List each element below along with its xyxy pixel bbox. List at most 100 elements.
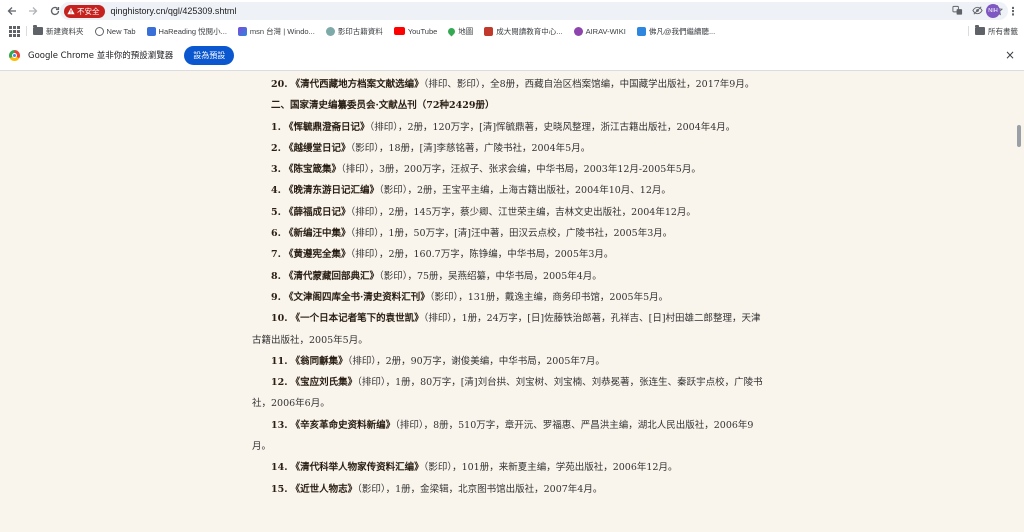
- book-title: 《清代蒙藏回部典汇》: [283, 270, 379, 282]
- forward-icon[interactable]: [24, 2, 42, 20]
- youtube-icon: [393, 27, 405, 35]
- page-content: 20. 《清代西藏地方档案文献选编》（排印、影印），全8册，西藏自治区档案馆编，…: [0, 71, 1024, 532]
- item-number: 6.: [271, 228, 281, 240]
- scrollbar[interactable]: [1014, 71, 1024, 532]
- close-icon[interactable]: ×: [1004, 49, 1016, 61]
- profile-avatar[interactable]: NIH: [986, 4, 1000, 18]
- book-title: 《文津阁四库全书·清史资料汇刊》: [283, 291, 430, 303]
- list-item: 1. 《恽毓鼎澄斋日记》（排印），2册，120万字，[清]恽毓鼎著，史晓风整理，…: [252, 117, 770, 138]
- book-title: 《晚清东游日记汇编》: [283, 185, 379, 197]
- heading-text: 二、国家清史编纂委员会·文献丛刊（72种2429册）: [271, 100, 495, 112]
- warning-icon: [67, 7, 75, 15]
- book-details: （排印），2册，90万字，谢俊美编，中华书局，2005年7月。: [347, 355, 605, 367]
- bookmark-item[interactable]: 成大閱讀教育中心...: [484, 26, 563, 37]
- bookmarks-divider: [968, 26, 969, 36]
- bookmark-item[interactable]: 地圖: [446, 26, 473, 37]
- item-number: 8.: [271, 270, 281, 282]
- bookmarks-divider: [26, 26, 27, 36]
- book-details: （排印、影印），全8册，西藏自治区档案馆编，中国藏学出版社，2017年9月。: [423, 79, 755, 90]
- book-details: （排印），2册，120万字，[清]恽毓鼎著，史晓风整理，浙江古籍出版社，2004…: [369, 121, 736, 133]
- set-default-button[interactable]: 設為預設: [184, 45, 235, 65]
- airav-icon: [573, 26, 583, 36]
- hareading-icon: [146, 26, 156, 36]
- url-text[interactable]: qinghistory.cn/qgl/425309.shtml: [111, 6, 237, 16]
- book-title: 《近世人物志》: [290, 483, 358, 495]
- maps-icon: [446, 26, 457, 36]
- bookmark-item[interactable]: HaReading 悅閱小...: [146, 26, 227, 37]
- folder-icon: [975, 25, 985, 35]
- infobar-message: Google Chrome 並非你的預設瀏覽器: [28, 51, 174, 61]
- list-item: 9. 《文津阁四库全书·清史资料汇刊》（影印），131册，戴逸主编，商务印书馆，…: [252, 287, 770, 308]
- bookmark-item[interactable]: YouTube: [393, 27, 437, 36]
- list-item: 2. 《越缦堂日记》（影印），18册，[清]李慈铭著，广陵书社，2004年5月。: [252, 138, 770, 159]
- item-number: 7.: [271, 249, 281, 261]
- all-bookmarks[interactable]: 所有書籤: [975, 25, 1018, 37]
- insecure-chip[interactable]: 不安全: [64, 4, 105, 18]
- book-title: 《黄遵宪全集》: [283, 249, 351, 261]
- list-item: 3. 《陈宝箴集》（排印），3册，200万字，汪叔子、张求会编，中华书局，200…: [252, 159, 770, 180]
- globe-icon: [94, 26, 104, 36]
- book-details: （影印），75册，吴燕绍纂，中华书局，2005年4月。: [378, 270, 602, 282]
- item-number: 2.: [271, 142, 281, 154]
- book-details: （排印），2册，160.7万字，陈铮编，中华书局，2005年3月。: [350, 249, 614, 261]
- book-details: （排印），2册，145万字，蔡少卿、江世荣主编，吉林文史出版社，2004年12月…: [350, 206, 696, 218]
- item-number: 1.: [271, 121, 281, 133]
- translate-icon[interactable]: [950, 3, 964, 17]
- list-item: 11. 《翁同龢集》（排印），2册，90万字，谢俊美编，中华书局，2005年7月…: [252, 351, 770, 372]
- book-title: 《一个日本记者笔下的袁世凯》: [290, 313, 424, 325]
- item-number: 11.: [271, 355, 288, 367]
- item-number: 10.: [271, 313, 288, 325]
- scrollbar-thumb[interactable]: [1017, 125, 1021, 147]
- book-title: 《清代科举人物家传资料汇编》: [290, 462, 424, 474]
- back-icon[interactable]: [3, 2, 21, 20]
- apps-icon[interactable]: [8, 25, 20, 37]
- list-item: 14. 《清代科举人物家传资料汇编》（影印），101册，来新夏主编，学苑出版社，…: [252, 457, 770, 478]
- book-title: 《宝应刘氏集》: [290, 377, 358, 389]
- list-item: 15. 《近世人物志》（影印），1册，金梁辑，北京图书馆出版社，2007年4月。: [252, 479, 770, 500]
- book-title: 《陈宝箴集》: [283, 164, 341, 176]
- list-item: 12. 《宝应刘氏集》（排印），1册，80万字，[清]刘台拱、刘宝树、刘宝楠、刘…: [252, 372, 770, 415]
- bookmarks-bar: 新建資料夾 New Tab HaReading 悅閱小... msn 台灣 | …: [0, 22, 1024, 40]
- list-item: 8. 《清代蒙藏回部典汇》（影印），75册，吴燕绍纂，中华书局，2005年4月。: [252, 266, 770, 287]
- bookmark-item[interactable]: New Tab: [94, 26, 136, 36]
- section-heading: 二、国家清史编纂委员会·文献丛刊（72种2429册）: [252, 95, 770, 116]
- list-item: 5. 《薛福成日记》（排印），2册，145万字，蔡少卿、江世荣主编，吉林文史出版…: [252, 202, 770, 223]
- chrome-icon: [9, 49, 20, 61]
- bookmark-item[interactable]: 新建資料夾: [33, 25, 84, 37]
- item-number: 4.: [271, 185, 281, 197]
- eye-off-icon[interactable]: [970, 3, 984, 17]
- bookmark-item[interactable]: 佛凡@我們繼續聽...: [636, 26, 715, 37]
- list-item: 20. 《清代西藏地方档案文献选编》（排印、影印），全8册，西藏自治区档案馆编，…: [252, 74, 770, 95]
- list-item: 7. 《黄遵宪全集》（排印），2册，160.7万字，陈铮编，中华书局，2005年…: [252, 244, 770, 265]
- book-details: （影印），18册，[清]李慈铭著，广陵书社，2004年5月。: [350, 142, 591, 154]
- bookmark-item[interactable]: 影印古籍資料: [325, 26, 383, 37]
- book-title: 《新编汪中集》: [283, 228, 351, 240]
- book-title: 《恽毓鼎澄斋日记》: [283, 121, 370, 133]
- folder-icon: [33, 25, 43, 35]
- book-details: （排印），1册，50万字，[清]汪中著，田汉云点校，广陵书社，2005年3月。: [350, 228, 673, 240]
- list-item: 10. 《一个日本记者笔下的袁世凯》（排印），1册，24万字，[日]佐藤铁治郎著…: [252, 308, 770, 351]
- menu-icon[interactable]: ⋮: [1006, 4, 1020, 18]
- list-item: 13. 《辛亥革命史资料新编》（排印），8册，510万字，章开沅、罗福惠、严昌洪…: [252, 415, 770, 458]
- article-body: 20. 《清代西藏地方档案文献选编》（排印、影印），全8册，西藏自治区档案馆编，…: [252, 74, 770, 500]
- address-bar[interactable]: 不安全 qinghistory.cn/qgl/425309.shtml: [60, 2, 1008, 20]
- book-details: （影印），131册，戴逸主编，商务印书馆，2005年5月。: [429, 291, 669, 303]
- bookmark-icon: [636, 26, 646, 36]
- book-title: 《薛福成日记》: [283, 206, 351, 218]
- bookmark-item[interactable]: msn 台灣 | Windo...: [237, 26, 315, 37]
- book-details: （排印），3册，200万字，汪叔子、张求会编，中华书局，2003年12月-200…: [340, 164, 701, 176]
- book-title: 《越缦堂日记》: [283, 142, 351, 154]
- book-title: 《辛亥革命史资料新编》: [290, 419, 396, 431]
- ncku-icon: [484, 26, 494, 36]
- item-number: 15.: [271, 483, 288, 495]
- bookmark-item[interactable]: AIRAV-WIKI: [573, 26, 626, 36]
- globe-icon: [325, 26, 335, 36]
- item-number: 13.: [271, 419, 288, 431]
- book-details: （影印），2册，王宝平主编，上海古籍出版社，2004年10月、12月。: [378, 185, 671, 197]
- item-number: 14.: [271, 462, 288, 474]
- book-details: （影印），101册，来新夏主编，学苑出版社，2006年12月。: [423, 462, 678, 474]
- item-number: 9.: [271, 291, 281, 303]
- item-number: 5.: [271, 206, 281, 218]
- book-title: 《翁同龢集》: [290, 355, 348, 367]
- insecure-label: 不安全: [77, 6, 100, 16]
